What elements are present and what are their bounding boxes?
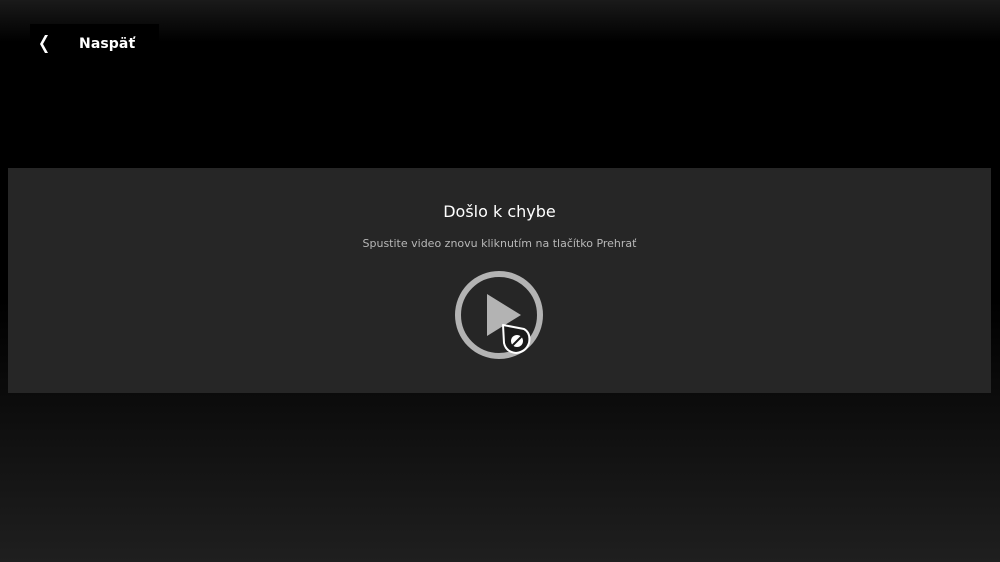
error-panel: Došlo k chybe Spustite video znovu klikn…	[8, 168, 991, 393]
error-title: Došlo k chybe	[443, 202, 556, 221]
error-message: Spustite video znovu kliknutím na tlačít…	[362, 237, 637, 250]
back-button[interactable]: Naspäť	[30, 24, 159, 66]
back-label: Naspäť	[79, 36, 136, 52]
chevron-left-icon	[40, 35, 48, 53]
cursor-icon	[502, 324, 531, 354]
